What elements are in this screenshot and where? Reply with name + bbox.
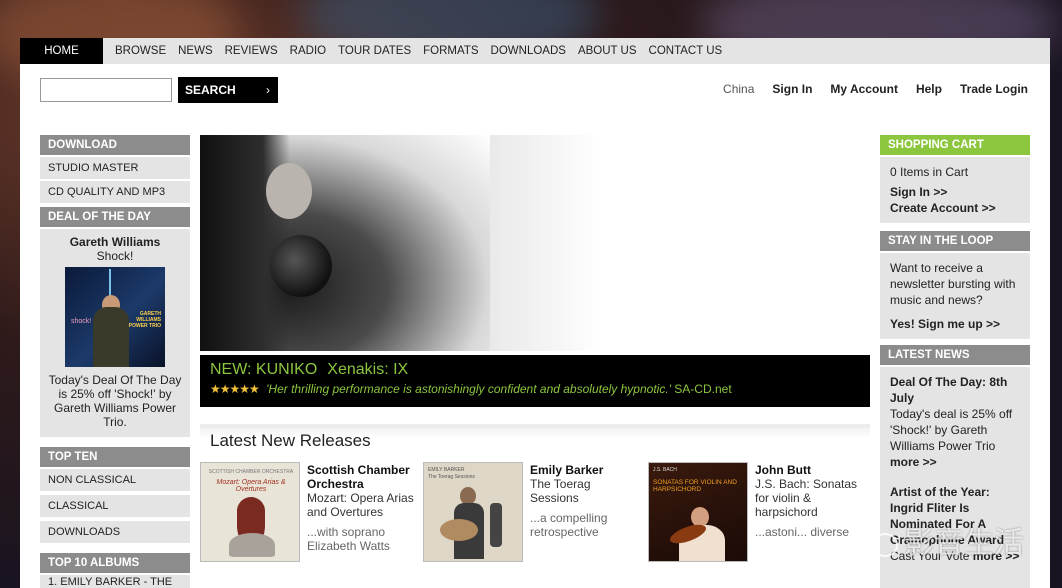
sidebar-item-cd-quality[interactable]: CD QUALITY AND MP3 xyxy=(40,181,190,203)
hero-photo xyxy=(266,163,312,219)
news-title[interactable]: Deal Of The Day: 8th July xyxy=(890,374,1020,406)
cover-text: SONATAS FOR VIOLIN AND HARPSICHORD xyxy=(653,479,737,493)
deal-of-the-day: Gareth Williams Shock! shock! GARETH WIL… xyxy=(40,229,190,437)
left-sidebar: DOWNLOAD STUDIO MASTER CD QUALITY AND MP… xyxy=(40,135,190,588)
search-button[interactable]: SEARCH › xyxy=(178,77,278,103)
nav-reviews[interactable]: REVIEWS xyxy=(219,38,284,64)
deal-heading: DEAL OF THE DAY xyxy=(40,207,190,227)
cover-text: SCOTTISH CHAMBER ORCHESTRA xyxy=(208,469,294,475)
release-album[interactable]: The Toerag Sessions xyxy=(530,477,642,505)
top-nav: HOME BROWSE NEWS REVIEWS RADIO TOUR DATE… xyxy=(20,38,1050,64)
deal-album[interactable]: Shock! xyxy=(44,249,186,263)
sidebar-item-downloads[interactable]: DOWNLOADS xyxy=(40,521,190,543)
help-link[interactable]: Help xyxy=(916,82,942,96)
create-account-link[interactable]: Create Account >> xyxy=(890,200,1020,216)
download-heading: DOWNLOAD xyxy=(40,135,190,155)
hero-quote: ★★★★★ 'Her thrilling performance is asto… xyxy=(210,382,860,396)
cover-text: GARETH WILLIAMS POWER TRIO xyxy=(128,311,161,329)
hero-quote-source: SA-CD.net xyxy=(674,382,732,396)
hero-work: Xenakis: IX xyxy=(327,361,409,378)
nav-radio[interactable]: RADIO xyxy=(284,38,332,64)
top-ten-heading: TOP TEN xyxy=(40,447,190,467)
cart-heading: SHOPPING CART xyxy=(880,135,1030,155)
sidebar-item-studio-master[interactable]: STUDIO MASTER xyxy=(40,157,190,179)
cover-text: Mozart: Opera Arias & Overtures xyxy=(216,479,286,493)
nav-browse[interactable]: BROWSE xyxy=(109,38,172,64)
release-album[interactable]: J.S. Bach: Sonatas for violin & harpsich… xyxy=(755,477,867,519)
cart-sign-in-link[interactable]: Sign In >> xyxy=(890,184,1020,200)
nav-home[interactable]: HOME xyxy=(20,38,103,64)
newsletter-text: Want to receive a newsletter bursting wi… xyxy=(890,261,1016,307)
page-container: HOME BROWSE NEWS REVIEWS RADIO TOUR DATE… xyxy=(20,38,1050,588)
release-info: Emily Barker The Toerag Sessions ...a co… xyxy=(530,463,642,539)
newsletter-box: Want to receive a newsletter bursting wi… xyxy=(880,253,1030,339)
watermark-text: 影音生活 xyxy=(904,526,1024,561)
release-item[interactable]: SCOTTISH CHAMBER ORCHESTRA Mozart: Opera… xyxy=(200,462,414,588)
release-item[interactable]: J.S. BACH SONATAS FOR VIOLIN AND HARPSIC… xyxy=(648,462,857,588)
account-links: China Sign In My Account Help Trade Logi… xyxy=(723,82,1028,96)
search-button-label: SEARCH xyxy=(185,83,236,97)
news-more-link[interactable]: more >> xyxy=(890,454,1020,470)
release-blurb: ...with soprano Elizabeth Watts xyxy=(307,525,390,553)
sidebar-item-non-classical[interactable]: NON CLASSICAL xyxy=(40,469,190,491)
nav-formats[interactable]: FORMATS xyxy=(417,38,484,64)
nav-tour-dates[interactable]: TOUR DATES xyxy=(332,38,417,64)
news-body: Today's deal is 25% off 'Shock!' by Gare… xyxy=(890,407,1013,453)
nav-news[interactable]: NEWS xyxy=(172,38,219,64)
news-item: Deal Of The Day: 8th July Today's deal i… xyxy=(890,374,1020,470)
region-label[interactable]: China xyxy=(723,82,754,96)
cover-text: The Toerag Sessions xyxy=(428,474,475,480)
release-album[interactable]: Mozart: Opera Arias and Overtures xyxy=(307,491,419,519)
release-info: John Butt J.S. Bach: Sonatas for violin … xyxy=(755,463,867,539)
sidebar-item-classical[interactable]: CLASSICAL xyxy=(40,495,190,517)
deal-album-cover[interactable]: shock! GARETH WILLIAMS POWER TRIO xyxy=(65,267,165,367)
release-blurb: ...astoni... diverse xyxy=(755,525,850,539)
release-blurb: ...a compelling retrospective xyxy=(530,511,608,539)
cover-text: EMILY BARKER xyxy=(428,467,465,473)
search-input[interactable] xyxy=(40,78,172,102)
hero-new-label: NEW: KUNIKO xyxy=(210,361,318,378)
loop-heading: STAY IN THE LOOP xyxy=(880,231,1030,251)
release-cover[interactable]: EMILY BARKER The Toerag Sessions xyxy=(423,462,523,562)
trade-login-link[interactable]: Trade Login xyxy=(960,82,1028,96)
cover-art xyxy=(229,533,275,557)
hero-title: NEW: KUNIKO Xenakis: IX xyxy=(210,361,860,379)
nav-downloads[interactable]: DOWNLOADS xyxy=(485,38,572,64)
nav-contact-us[interactable]: CONTACT US xyxy=(643,38,729,64)
deal-description: Today's Deal Of The Day is 25% off 'Shoc… xyxy=(48,373,182,429)
hero-image[interactable] xyxy=(200,135,870,351)
cover-art xyxy=(490,503,502,547)
cover-art xyxy=(440,519,478,541)
news-heading: LATEST NEWS xyxy=(880,345,1030,365)
deal-artist[interactable]: Gareth Williams xyxy=(44,235,186,249)
release-cover[interactable]: SCOTTISH CHAMBER ORCHESTRA Mozart: Opera… xyxy=(200,462,300,562)
chevron-right-icon: › xyxy=(266,83,270,97)
release-info: Scottish Chamber Orchestra Mozart: Opera… xyxy=(307,463,419,553)
release-cover[interactable]: J.S. BACH SONATAS FOR VIOLIN AND HARPSIC… xyxy=(648,462,748,562)
cover-art xyxy=(93,307,129,367)
top-album-item[interactable]: 1. Emily Barker - The xyxy=(40,575,190,588)
hero-quote-text: 'Her thrilling performance is astonishin… xyxy=(266,382,671,396)
cover-text: shock! xyxy=(71,318,92,325)
releases-heading: Latest New Releases xyxy=(200,424,870,454)
hero-photo xyxy=(270,235,332,297)
rating-stars-icon: ★★★★★ xyxy=(210,382,260,396)
release-artist[interactable]: Scottish Chamber Orchestra xyxy=(307,463,419,491)
watermark: 影音生活 xyxy=(872,518,1024,562)
my-account-link[interactable]: My Account xyxy=(830,82,898,96)
hero-photo xyxy=(490,135,870,351)
release-artist[interactable]: Emily Barker xyxy=(530,463,642,477)
release-artist[interactable]: John Butt xyxy=(755,463,867,477)
sign-in-link[interactable]: Sign In xyxy=(772,82,812,96)
cart-box: 0 Items in Cart Sign In >> Create Accoun… xyxy=(880,157,1030,223)
hero-banner[interactable]: NEW: KUNIKO Xenakis: IX ★★★★★ 'Her thrill… xyxy=(200,355,870,407)
top-albums-heading: TOP 10 ALBUMS xyxy=(40,553,190,573)
cart-count[interactable]: 0 Items in Cart xyxy=(890,164,1020,180)
wechat-icon xyxy=(872,532,898,557)
release-item[interactable]: EMILY BARKER The Toerag Sessions Emily B… xyxy=(423,462,628,588)
cover-text: J.S. BACH xyxy=(653,467,677,473)
newsletter-signup-link[interactable]: Yes! Sign me up >> xyxy=(890,316,1020,332)
nav-about-us[interactable]: ABOUT US xyxy=(572,38,643,64)
